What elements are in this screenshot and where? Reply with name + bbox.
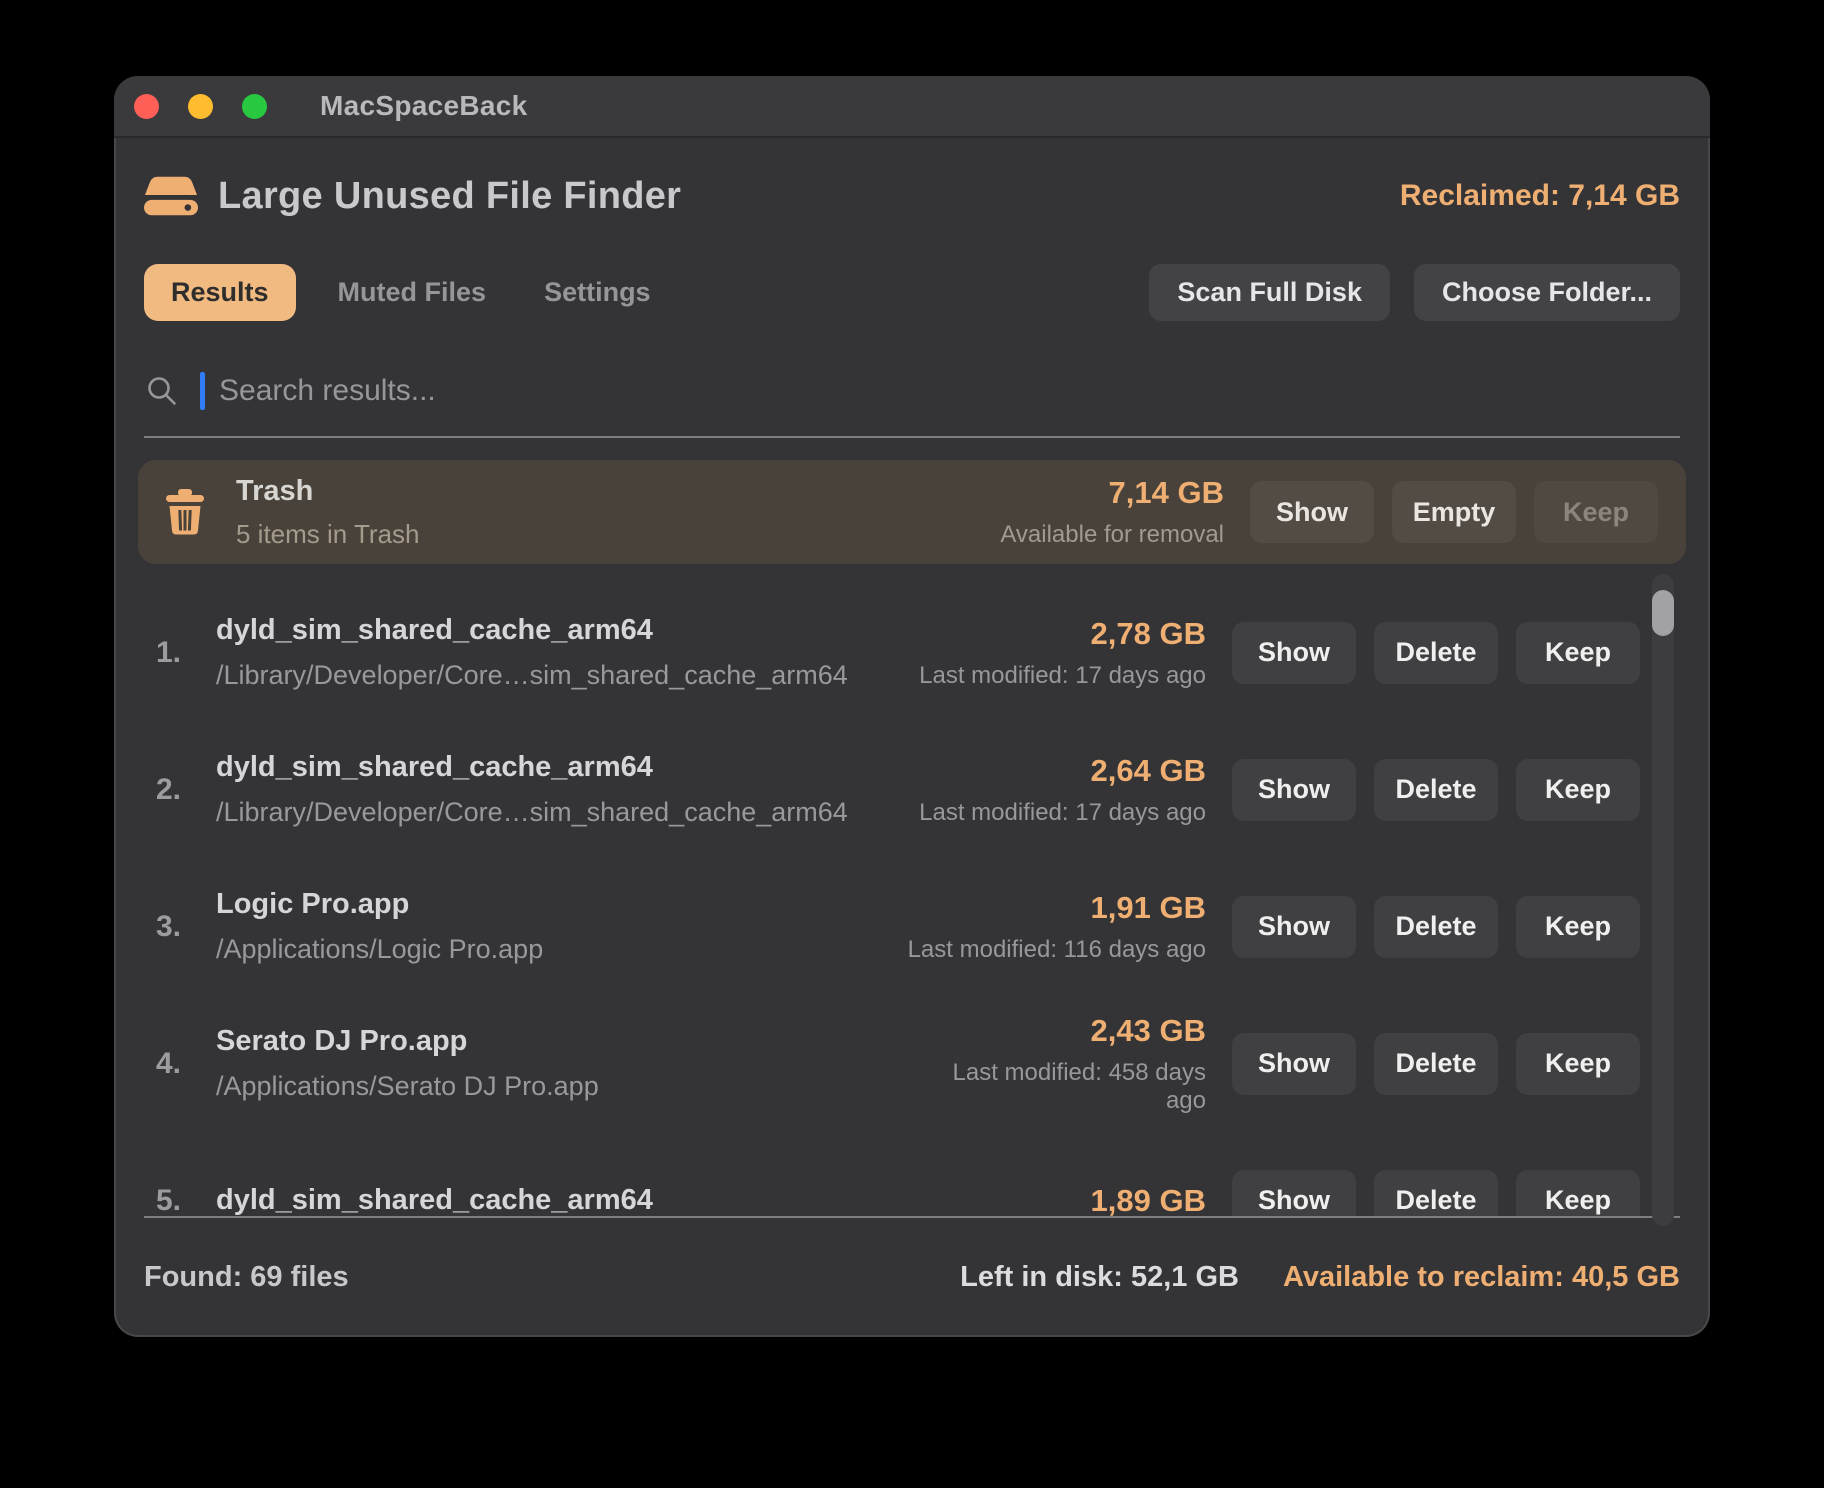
keep-button[interactable]: Keep (1516, 896, 1640, 958)
file-row-1: 1. dyld_sim_shared_cache_arm64 /Library/… (138, 584, 1640, 721)
keep-button[interactable]: Keep (1516, 1033, 1640, 1095)
trash-icon (166, 489, 204, 535)
file-name: Logic Pro.app (216, 888, 906, 921)
trash-note: Available for removal (924, 521, 1224, 549)
tab-results[interactable]: Results (144, 264, 296, 321)
file-size: 2,78 GB (906, 616, 1206, 652)
file-rank: 4. (138, 1047, 216, 1081)
file-modified: Last modified: 458 days ago (906, 1059, 1206, 1115)
trash-size: 7,14 GB (924, 475, 1224, 511)
file-size: 1,91 GB (906, 890, 1206, 926)
status-bar: Found: 69 files Left in disk: 52,1 GB Av… (114, 1218, 1710, 1337)
file-rank: 5. (138, 1184, 216, 1217)
file-path: /Library/Developer/Core…sim_shared_cache… (216, 797, 906, 828)
trash-keep-button[interactable]: Keep (1534, 481, 1658, 543)
tab-bar: Results Muted Files Settings Scan Full D… (144, 264, 1680, 320)
minimize-button[interactable] (188, 94, 213, 119)
text-cursor (200, 372, 205, 410)
file-rank: 1. (138, 636, 216, 670)
reclaimed-total: Reclaimed: 7,14 GB (1400, 179, 1680, 213)
show-button[interactable]: Show (1232, 759, 1356, 821)
file-row-2: 2. dyld_sim_shared_cache_arm64 /Library/… (138, 721, 1640, 858)
scrollbar-thumb[interactable] (1652, 590, 1674, 636)
file-row-3: 3. Logic Pro.app /Applications/Logic Pro… (138, 858, 1640, 995)
delete-button[interactable]: Delete (1374, 759, 1498, 821)
file-row-5: 5. dyld_sim_shared_cache_arm64 1,89 GB S… (138, 1132, 1640, 1216)
search-placeholder: Search results... (219, 374, 436, 408)
keep-button[interactable]: Keep (1516, 622, 1640, 684)
show-button[interactable]: Show (1232, 622, 1356, 684)
file-size: 2,43 GB (906, 1013, 1206, 1049)
file-modified: Last modified: 116 days ago (906, 936, 1206, 964)
delete-button[interactable]: Delete (1374, 896, 1498, 958)
show-button[interactable]: Show (1232, 1033, 1356, 1095)
file-list: 1. dyld_sim_shared_cache_arm64 /Library/… (114, 564, 1710, 1216)
tab-settings[interactable]: Settings (544, 277, 651, 308)
file-modified: Last modified: 17 days ago (906, 799, 1206, 827)
file-path: /Applications/Serato DJ Pro.app (216, 1071, 906, 1102)
close-button[interactable] (134, 94, 159, 119)
keep-button[interactable]: Keep (1516, 1170, 1640, 1217)
delete-button[interactable]: Delete (1374, 1170, 1498, 1217)
scrollbar[interactable] (1652, 574, 1674, 1226)
trash-subtitle: 5 items in Trash (236, 519, 420, 550)
file-name: dyld_sim_shared_cache_arm64 (216, 614, 906, 647)
search-input[interactable]: Search results... (144, 368, 1680, 438)
delete-button[interactable]: Delete (1374, 622, 1498, 684)
trash-empty-button[interactable]: Empty (1392, 481, 1516, 543)
app-window: MacSpaceBack Large Unused File Finder Re… (114, 76, 1710, 1337)
file-path: /Applications/Logic Pro.app (216, 934, 906, 965)
window-title: MacSpaceBack (320, 90, 528, 122)
delete-button[interactable]: Delete (1374, 1033, 1498, 1095)
file-name: dyld_sim_shared_cache_arm64 (216, 1184, 906, 1216)
file-name: Serato DJ Pro.app (216, 1025, 906, 1058)
file-size: 1,89 GB (906, 1183, 1206, 1217)
page-header: Large Unused File Finder Reclaimed: 7,14… (144, 172, 1680, 220)
file-row-4: 4. Serato DJ Pro.app /Applications/Serat… (138, 995, 1640, 1132)
scan-full-disk-button[interactable]: Scan Full Disk (1149, 264, 1390, 321)
show-button[interactable]: Show (1232, 896, 1356, 958)
show-button[interactable]: Show (1232, 1170, 1356, 1217)
keep-button[interactable]: Keep (1516, 759, 1640, 821)
file-rank: 3. (138, 910, 216, 944)
file-rank: 2. (138, 773, 216, 807)
left-in-disk: Left in disk: 52,1 GB (960, 1261, 1239, 1294)
drive-icon (144, 175, 198, 217)
choose-folder-button[interactable]: Choose Folder... (1414, 264, 1680, 321)
search-icon (146, 375, 178, 407)
file-name: dyld_sim_shared_cache_arm64 (216, 751, 906, 784)
available-to-reclaim: Available to reclaim: 40,5 GB (1283, 1261, 1680, 1294)
file-size: 2,64 GB (906, 753, 1206, 789)
trash-show-button[interactable]: Show (1250, 481, 1374, 543)
trash-title: Trash (236, 475, 420, 508)
trash-row: Trash 5 items in Trash 7,14 GB Available… (138, 460, 1686, 564)
found-count: Found: 69 files (144, 1261, 349, 1294)
page-title: Large Unused File Finder (218, 175, 681, 218)
file-path: /Library/Developer/Core…sim_shared_cache… (216, 660, 906, 691)
tab-muted-files[interactable]: Muted Files (338, 277, 487, 308)
zoom-button[interactable] (242, 94, 267, 119)
file-modified: Last modified: 17 days ago (906, 662, 1206, 690)
titlebar: MacSpaceBack (114, 76, 1710, 138)
